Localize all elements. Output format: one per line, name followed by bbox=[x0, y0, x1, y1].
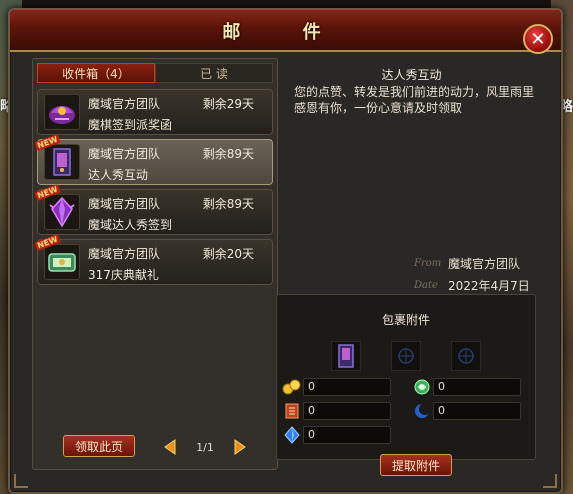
tab-inbox[interactable]: 收件箱（4） bbox=[37, 63, 155, 83]
green-scroll-icon bbox=[44, 244, 80, 280]
mail-sender: 魔域官方团队 bbox=[88, 97, 161, 111]
mail-list-panel: 收件箱（4） 已 读 魔域官方团队 剩余29天 魔棋签到派奖函 NEW 魔域官方… bbox=[32, 58, 278, 470]
mail-sender: 魔域官方团队 bbox=[88, 197, 161, 211]
prev-page-icon[interactable] bbox=[163, 439, 177, 455]
resource-row: 0 bbox=[281, 401, 391, 421]
tab-read[interactable]: 已 读 bbox=[155, 63, 273, 83]
close-button[interactable]: ✕ bbox=[523, 24, 553, 54]
mail-detail-body: 您的点赞、转发是我们前进的动力，风里雨里感恩有你，一份心意请及时领取 bbox=[294, 85, 535, 115]
purple-chest-icon bbox=[44, 94, 80, 130]
from-label: From bbox=[414, 257, 442, 269]
page-indicator: 1/1 bbox=[196, 440, 214, 454]
mail-item[interactable]: NEW 魔域官方团队 剩余20天 317庆典献礼 bbox=[34, 233, 273, 285]
attachment-slot[interactable] bbox=[391, 341, 421, 371]
purple-card-icon bbox=[338, 344, 354, 368]
resource-row: 0 bbox=[411, 377, 521, 397]
mail-item[interactable]: NEW 魔域官方团队 剩余89天 魔域达人秀签到 bbox=[34, 183, 273, 235]
empty-slot-icon bbox=[458, 348, 474, 364]
window-title: 邮 件 bbox=[222, 22, 349, 43]
green-amount-field: 0 bbox=[433, 378, 521, 396]
next-page-icon[interactable] bbox=[233, 439, 247, 455]
mail-days-left: 剩余29天 bbox=[202, 97, 254, 111]
frame-corner bbox=[543, 474, 557, 488]
gold-amount-field: 0 bbox=[303, 378, 391, 396]
close-icon: ✕ bbox=[530, 28, 546, 50]
pagination: 1/1 bbox=[163, 437, 247, 457]
blue-moon-icon bbox=[415, 403, 431, 418]
mail-days-left: 剩余89天 bbox=[202, 147, 254, 161]
blue-gem-icon bbox=[284, 426, 300, 444]
mail-detail-title: 达人秀互动 bbox=[381, 68, 442, 82]
mail-subject: 魔棋签到派奖函 bbox=[88, 118, 173, 132]
mail-sender: 魔域官方团队 bbox=[88, 247, 161, 261]
resource-row: 0 bbox=[411, 401, 521, 421]
purple-crystal-icon bbox=[44, 194, 80, 230]
attachment-title: 包裹附件 bbox=[381, 313, 430, 327]
frame-corner bbox=[14, 474, 28, 488]
empty-slot-icon bbox=[398, 348, 414, 364]
resource-row: 0 bbox=[281, 425, 391, 445]
mail-meta: From 魔域官方团队 Date 2022年4月7日 bbox=[414, 252, 530, 296]
from-value: 魔域官方团队 bbox=[448, 256, 521, 271]
date-value: 2022年4月7日 bbox=[448, 278, 530, 293]
mail-item[interactable]: 魔域官方团队 剩余29天 魔棋签到派奖函 bbox=[37, 89, 273, 135]
title-bar[interactable]: 邮 件 bbox=[10, 10, 561, 52]
attachment-slot[interactable] bbox=[451, 341, 481, 371]
date-label: Date bbox=[414, 279, 438, 291]
mail-window: 邮 件 ✕ 收件箱（4） 已 读 魔域官方团队 剩余29天 魔棋签到派奖函 NE… bbox=[8, 8, 563, 494]
mail-days-left: 剩余89天 bbox=[202, 197, 254, 211]
scroll-amount-field: 0 bbox=[303, 402, 391, 420]
mail-tabs: 收件箱（4） 已 读 bbox=[37, 63, 273, 83]
mail-detail-panel: 达人秀互动 您的点赞、转发是我们前进的动力，风里雨里感恩有你，一份心意请及时领取… bbox=[276, 58, 539, 476]
green-orb-icon bbox=[414, 379, 430, 395]
resource-row: 0 bbox=[281, 377, 391, 397]
purple-card-icon bbox=[44, 144, 80, 180]
mail-subject: 317庆典献礼 bbox=[88, 268, 159, 282]
gem-amount-field: 0 bbox=[303, 426, 391, 444]
red-scroll-icon bbox=[285, 403, 299, 419]
mail-item[interactable]: NEW 魔域官方团队 剩余89天 达人秀互动 bbox=[34, 133, 273, 185]
mail-days-left: 剩余20天 bbox=[202, 247, 254, 261]
mail-sender: 魔域官方团队 bbox=[88, 147, 161, 161]
attachment-slot[interactable] bbox=[331, 341, 361, 371]
claim-page-button[interactable]: 领取此页 bbox=[63, 435, 135, 457]
moon-amount-field: 0 bbox=[433, 402, 521, 420]
mail-subject: 达人秀互动 bbox=[88, 168, 149, 182]
attachment-box: 包裹附件 0 0 0 0 0 bbox=[276, 294, 536, 460]
mail-list: 魔域官方团队 剩余29天 魔棋签到派奖函 NEW 魔域官方团队 剩余89天 达人… bbox=[34, 89, 273, 289]
gold-coins-icon bbox=[282, 379, 301, 395]
mail-subject: 魔域达人秀签到 bbox=[88, 218, 173, 232]
extract-attachment-button[interactable]: 提取附件 bbox=[380, 454, 452, 476]
attachment-slots bbox=[331, 341, 481, 371]
